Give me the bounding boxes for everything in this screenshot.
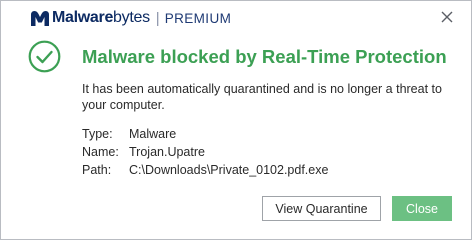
name-label: Name: — [82, 145, 119, 159]
brand-logo: Malware bytes | PREMIUM — [29, 8, 231, 28]
malware-blocked-notification: Malware bytes | PREMIUM Malware blocked b… — [0, 0, 472, 240]
alert-title: Malware blocked by Real-Time Protection — [82, 46, 447, 67]
brand-separator: | — [155, 9, 160, 27]
path-value: C:\Downloads\Private_0102.pdf.exe — [129, 163, 329, 177]
view-quarantine-button[interactable]: View Quarantine — [262, 196, 381, 221]
type-value: Malware — [129, 127, 177, 141]
malwarebytes-logo-icon — [31, 10, 49, 26]
edition-label: PREMIUM — [164, 10, 232, 26]
title-bar: Malware bytes | PREMIUM — [1, 1, 471, 34]
path-label: Path: — [82, 163, 112, 177]
close-icon[interactable] — [439, 9, 455, 25]
alert-description: It has been automatically quarantined an… — [82, 82, 442, 112]
detail-row-path: Path: C:\Downloads\Private_0102.pdf.exe — [82, 162, 328, 180]
brand-name-light: bytes — [113, 9, 150, 26]
check-circle-icon — [28, 40, 61, 73]
type-label: Type: — [82, 127, 113, 141]
brand-name-bold: Malware — [52, 9, 114, 26]
name-value: Trojan.Upatre — [129, 145, 205, 159]
threat-details: Type: Malware Name: Trojan.Upatre Path: … — [82, 126, 328, 180]
detail-row-name: Name: Trojan.Upatre — [82, 144, 328, 162]
detail-row-type: Type: Malware — [82, 126, 328, 144]
close-button[interactable]: Close — [392, 196, 452, 221]
